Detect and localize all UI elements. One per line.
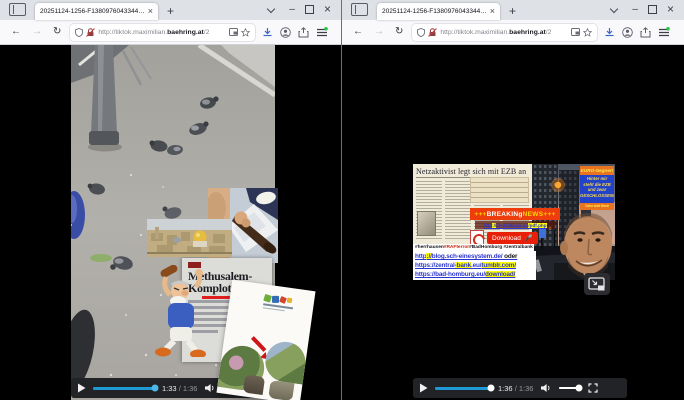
euro-box-body: Hinter mir steht die EZB und zwar GESCHL… bbox=[580, 175, 614, 203]
app-menu-icon[interactable] bbox=[316, 27, 328, 38]
back-button[interactable]: ← bbox=[353, 27, 363, 37]
app-menu-icon[interactable] bbox=[658, 27, 670, 38]
url-bar[interactable]: http://tiktok.maximilian.baehring.at/2 bbox=[70, 24, 255, 41]
firefox-view-icon[interactable] bbox=[9, 3, 26, 16]
reload-button[interactable]: ↻ bbox=[395, 27, 403, 37]
pdf-url-line: http://zentralbank.eu/pdf.php bbox=[475, 221, 555, 229]
time-display: 1:33 / 1:36 bbox=[162, 384, 197, 393]
video-link-box: http://blog.sch-einesystem.de/ oder http… bbox=[413, 251, 536, 280]
title-bar: 20251124-1256-F13809760433445835 × + – × bbox=[342, 0, 684, 20]
jerusalem-postcard-overlay bbox=[147, 219, 232, 257]
video-link-1: http://blog.sch-einesystem.de/ oder bbox=[415, 252, 534, 261]
url-text: http://tiktok.maximilian.baehring.at/2 bbox=[98, 29, 226, 36]
tracking-shield-icon[interactable] bbox=[417, 28, 425, 37]
page-content-right: Netzaktivist legt sich mit EZB an EURO-G… bbox=[342, 45, 684, 400]
volume-slider[interactable] bbox=[559, 387, 581, 390]
url-text: http://tiktok.maximilian.baehring.at/2 bbox=[440, 29, 568, 36]
volume-icon[interactable] bbox=[204, 383, 216, 393]
bookmark-star-icon[interactable] bbox=[583, 28, 592, 37]
account-icon[interactable] bbox=[622, 27, 633, 38]
fullscreen-icon[interactable] bbox=[588, 383, 598, 393]
newspaper-cheque-figure bbox=[470, 177, 529, 203]
window-close-button[interactable]: × bbox=[667, 3, 674, 15]
url-bar[interactable]: http://tiktok.maximilian.baehring.at/2 bbox=[412, 24, 597, 41]
newspaper-photo bbox=[417, 211, 436, 236]
minimize-button[interactable]: – bbox=[632, 5, 638, 15]
list-tabs-chevron-icon[interactable] bbox=[610, 5, 618, 13]
progress-bar[interactable] bbox=[93, 387, 155, 390]
browser-tab[interactable]: 20251124-1256-F13809760433445835 × bbox=[377, 3, 500, 20]
selfie-man-face bbox=[554, 211, 615, 280]
brochure-photo-aerial bbox=[263, 339, 308, 384]
tracking-shield-icon[interactable] bbox=[75, 28, 83, 37]
tab-title: 20251124-1256-F13809760433445835 bbox=[382, 8, 487, 15]
progress-bar[interactable] bbox=[435, 387, 491, 390]
window-close-button[interactable]: × bbox=[324, 3, 331, 15]
account-icon[interactable] bbox=[280, 27, 291, 38]
tab-close-icon[interactable]: × bbox=[490, 7, 495, 16]
video-link-3: https://bad-homburg.eu/download/ bbox=[415, 270, 534, 279]
volume-knob[interactable] bbox=[575, 385, 582, 392]
pip-icon bbox=[588, 277, 606, 292]
video-controls-right[interactable]: 1:36 / 1:36 bbox=[413, 378, 627, 398]
list-tabs-chevron-icon[interactable] bbox=[267, 5, 275, 13]
euro-gegner-box: EURO-Gegner! Hinter mir steht die EZB un… bbox=[580, 166, 614, 210]
brochure-overlay bbox=[216, 280, 315, 400]
page-actions-icon[interactable] bbox=[229, 28, 238, 36]
downloads-icon[interactable] bbox=[262, 27, 273, 38]
browser-tab[interactable]: 20251124-1256-F13809760433445835 × bbox=[35, 3, 158, 20]
insecure-lock-icon[interactable] bbox=[86, 28, 95, 37]
share-icon[interactable] bbox=[298, 27, 309, 38]
progress-knob[interactable] bbox=[152, 385, 159, 392]
euro-box-header: EURO-Gegner! bbox=[580, 166, 614, 175]
new-tab-button[interactable]: + bbox=[509, 5, 516, 17]
page-actions-icon[interactable] bbox=[571, 28, 580, 36]
video-link-2: https://zentral-bank.eu/tumblr.com/ bbox=[415, 261, 534, 270]
breaking-news-banner: +++ BREAKINg NEWS +++ bbox=[470, 208, 560, 220]
tab-title: 20251124-1256-F13809760433445835 bbox=[40, 8, 145, 15]
brochure-photo-building2 bbox=[268, 380, 294, 400]
title-bar: 20251124-1256-F13809760433445835 × + – × bbox=[0, 0, 341, 20]
cartoon-old-man-overlay bbox=[152, 265, 208, 357]
insecure-lock-icon[interactable] bbox=[428, 28, 437, 37]
play-button[interactable] bbox=[419, 383, 428, 393]
picture-in-picture-button[interactable] bbox=[584, 273, 610, 295]
volume-icon[interactable] bbox=[540, 383, 552, 393]
maximize-button[interactable] bbox=[648, 5, 657, 14]
newspaper-headline: Netzaktivist legt sich mit EZB an bbox=[413, 164, 532, 177]
hashtag-row: #herrhausen #RAFterror #BadHomburg #zent… bbox=[413, 244, 534, 251]
back-button[interactable]: ← bbox=[11, 27, 21, 37]
forward-button[interactable]: → bbox=[32, 27, 42, 37]
maximize-button[interactable] bbox=[305, 5, 314, 14]
time-display: 1:36 / 1:36 bbox=[498, 384, 533, 393]
download-button-graphic: Download🎤 bbox=[487, 232, 538, 244]
reload-button[interactable]: ↻ bbox=[53, 27, 61, 37]
minimize-button[interactable]: – bbox=[289, 5, 295, 15]
play-button[interactable] bbox=[77, 383, 86, 393]
progress-knob[interactable] bbox=[488, 385, 495, 392]
microphone-icon: 🎤 bbox=[525, 234, 533, 242]
video-player-news[interactable]: Netzaktivist legt sich mit EZB an EURO-G… bbox=[413, 164, 615, 280]
forward-button[interactable]: → bbox=[374, 27, 384, 37]
share-icon[interactable] bbox=[640, 27, 651, 38]
tab-close-icon[interactable]: × bbox=[148, 7, 153, 16]
browser-window-left: 20251124-1256-F13809760433445835 × + – ×… bbox=[0, 0, 342, 400]
downloads-icon[interactable] bbox=[604, 27, 615, 38]
bookmark-star-icon[interactable] bbox=[241, 28, 250, 37]
firefox-view-icon[interactable] bbox=[351, 3, 368, 16]
page-content-left: Methusalem- Komplott bbox=[0, 45, 341, 400]
new-tab-button[interactable]: + bbox=[167, 5, 174, 17]
brochure-photo-building1 bbox=[243, 374, 265, 395]
browser-window-right: 20251124-1256-F13809760433445835 × + – ×… bbox=[342, 0, 684, 400]
navigation-toolbar: ← → ↻ http://tiktok.maximilian.baehring.… bbox=[342, 20, 684, 45]
euro-box-footer: Taten statt Worte bbox=[580, 203, 614, 210]
brochure-logo bbox=[263, 294, 309, 314]
navigation-toolbar: ← → ↻ http://tiktok.maximilian.baehring.… bbox=[0, 20, 341, 45]
